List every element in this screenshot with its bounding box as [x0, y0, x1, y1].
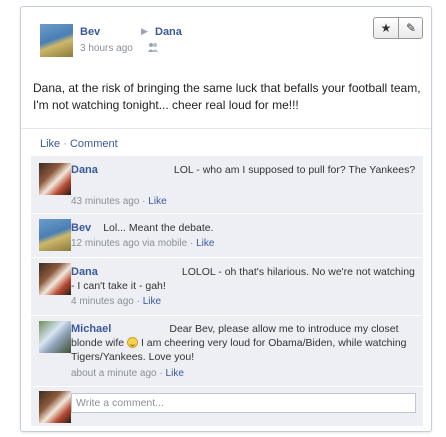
comment-like-link[interactable]: Like — [166, 368, 184, 379]
comment-author[interactable]: Bev — [71, 222, 91, 234]
comment-like-link[interactable]: Like — [143, 296, 161, 307]
post-divider — [21, 128, 431, 129]
feed-story: Bev ▶ Dana 3 hours ago ★ ✎ Dana, at the … — [20, 6, 432, 432]
post-target-name[interactable]: Dana — [155, 26, 182, 38]
comment-like-link[interactable]: Like — [148, 196, 166, 207]
comment-meta: 43 minutes ago · Like — [71, 196, 167, 207]
commenter-avatar[interactable] — [39, 163, 71, 195]
comment-divider — [31, 213, 423, 214]
comment-divider — [31, 386, 423, 387]
comment-divider — [31, 315, 423, 316]
post-author-name[interactable]: Bev — [80, 26, 100, 38]
commenter-avatar[interactable] — [39, 321, 71, 353]
comment-time[interactable]: 4 minutes ago — [71, 296, 134, 307]
smiley-icon — [127, 337, 139, 348]
current-user-avatar — [39, 391, 71, 423]
story-tools: ★ ✎ — [373, 17, 423, 39]
comment-text: Bev Lol... Meant the debate. — [71, 222, 214, 234]
comment-input[interactable]: Write a comment... — [71, 393, 416, 413]
comment-meta: 12 minutes ago via mobile · Like — [71, 238, 215, 249]
triangle-right-icon: ▶ — [141, 26, 148, 36]
comment-author[interactable]: Dana — [71, 164, 98, 176]
comment-link[interactable]: Comment — [70, 138, 118, 150]
separator: · — [63, 138, 67, 150]
comment-source: via mobile — [142, 238, 188, 249]
comment-text: Dana LOL - who am I supposed to pull for?… — [71, 164, 416, 176]
comment-author[interactable]: Michael — [71, 323, 111, 335]
comments-list: Dana LOL - who am I supposed to pull for?… — [31, 156, 423, 426]
comment-text: Michael Dear Bev, please allow me to intr… — [71, 323, 407, 363]
comment-text: Dana LOLOL - oh that's hilarious. No we'r… — [71, 266, 415, 292]
post-timestamp[interactable]: 3 hours ago — [80, 43, 133, 54]
like-link[interactable]: Like — [40, 138, 60, 150]
author-avatar[interactable] — [40, 24, 73, 57]
pencil-icon[interactable]: ✎ — [399, 18, 423, 38]
comment-time[interactable]: 12 minutes ago — [71, 238, 139, 249]
friends-icon[interactable] — [147, 41, 159, 53]
comment-meta: about a minute ago · Like — [71, 368, 184, 379]
comment-time[interactable]: 43 minutes ago — [71, 196, 139, 207]
commenter-avatar[interactable] — [39, 219, 71, 251]
comment-like-link[interactable]: Like — [196, 238, 214, 249]
comment-divider — [31, 257, 423, 258]
comment-author[interactable]: Dana — [71, 266, 98, 278]
star-icon[interactable]: ★ — [374, 18, 398, 38]
commenter-avatar[interactable] — [39, 263, 71, 295]
comment-meta: 4 minutes ago · Like — [71, 296, 162, 307]
post-actions: Like · Comment — [40, 138, 118, 150]
comment-time[interactable]: about a minute ago — [71, 368, 157, 379]
post-text: Dana, at the risk of bringing the same l… — [33, 81, 421, 112]
